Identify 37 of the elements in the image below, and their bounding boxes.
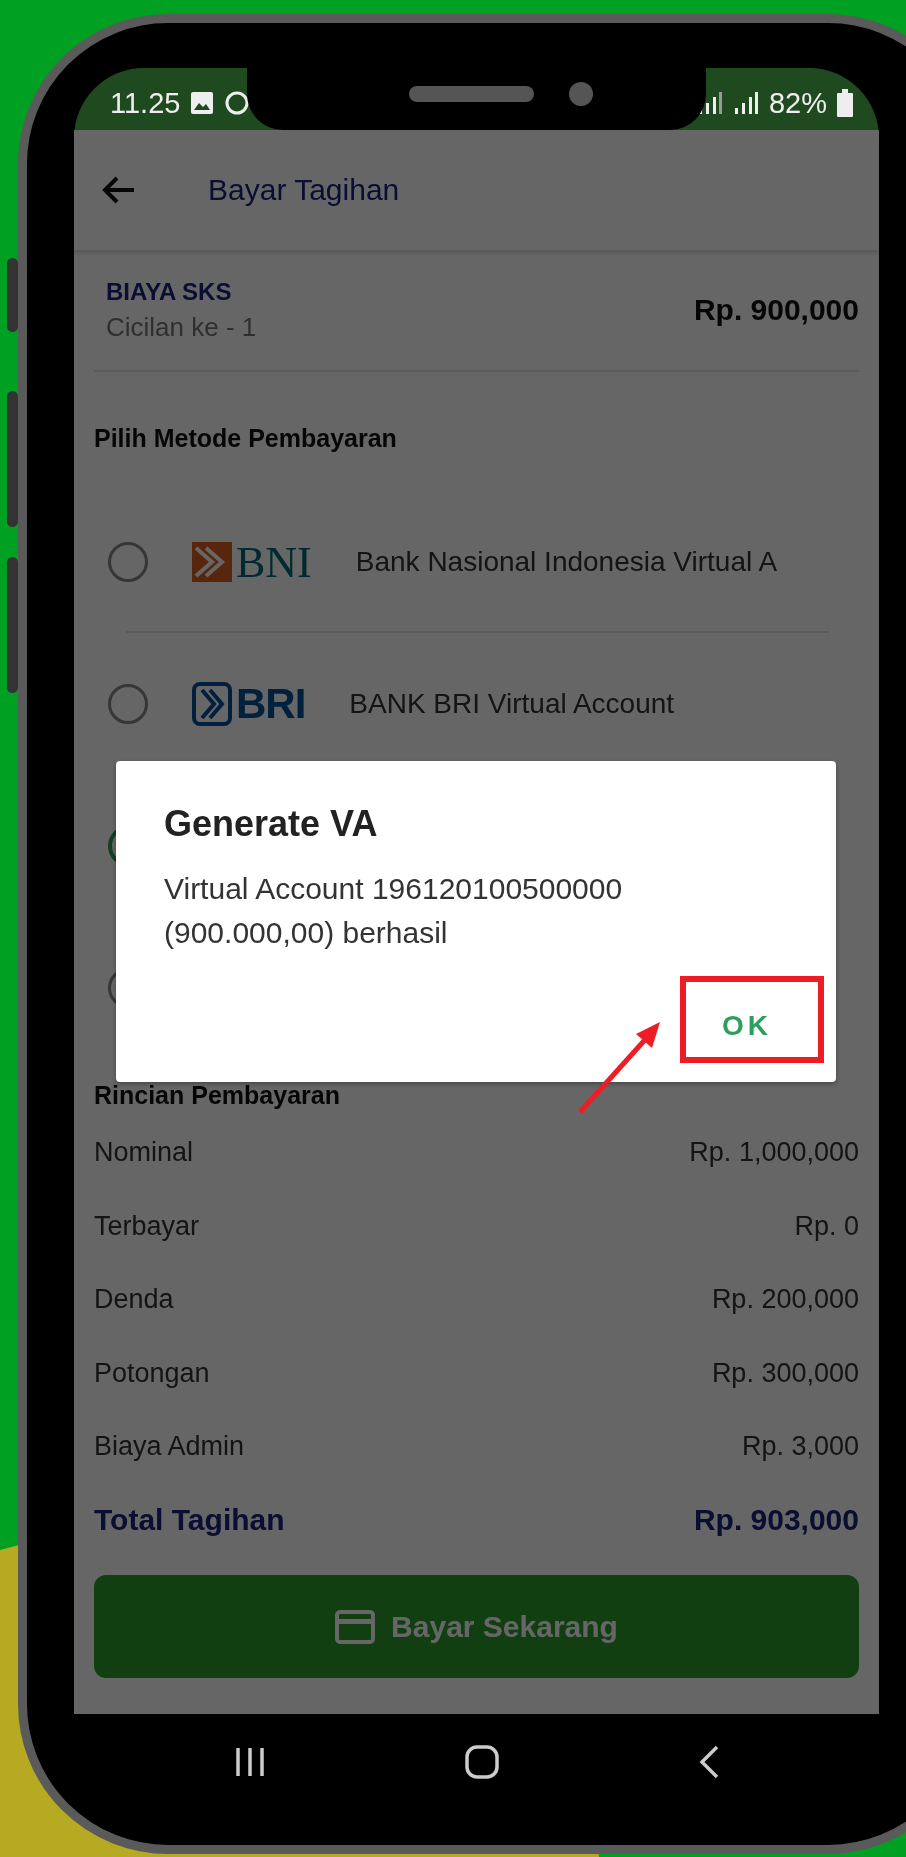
bank-logo-text: BRI <box>236 680 306 728</box>
detail-value: Rp. 200,000 <box>711 1284 859 1316</box>
detail-value: Rp. 3,000 <box>741 1431 859 1463</box>
section-title: Pilih Metode Pembayaran <box>94 424 398 453</box>
detail-label: Terbayar <box>94 1210 200 1242</box>
gallery-icon <box>190 91 215 115</box>
payment-method-label: Bank Nasional Indonesia Virtual A <box>355 546 778 578</box>
detail-label: Biaya Admin <box>94 1431 245 1463</box>
dialog-title: Generate VA <box>164 803 379 845</box>
pay-button[interactable]: Bayar Sekarang <box>94 1575 859 1678</box>
payment-method-label: BANK BRI Virtual Account <box>349 688 675 720</box>
detail-label: Denda <box>94 1284 174 1316</box>
home-icon[interactable] <box>463 1744 500 1780</box>
radio-button[interactable] <box>108 684 148 724</box>
battery-icon <box>837 89 853 117</box>
bank-logo-text: BNI <box>236 536 312 588</box>
bank-logo-icon <box>192 542 232 582</box>
bill-amount: Rp. 900,000 <box>693 293 859 327</box>
total-label: Total Tagihan <box>94 1503 285 1538</box>
detail-label: Potongan <box>94 1357 210 1389</box>
status-time: 11.25 <box>110 86 181 120</box>
bill-name: BIAYA SKS <box>106 277 233 306</box>
ok-button[interactable]: OK <box>714 1004 780 1048</box>
bank-logo-icon <box>192 682 232 726</box>
card-icon <box>335 1609 376 1644</box>
page-title: Bayar Tagihan <box>208 173 400 207</box>
dialog-message: Virtual Account 196120100500000 (900.000,00) berhasil <box>164 871 624 951</box>
detail-value: Rp. 1,000,000 <box>689 1137 859 1169</box>
detail-label: Nominal <box>94 1137 194 1169</box>
radio-button[interactable] <box>108 542 148 582</box>
detail-value: Rp. 0 <box>794 1210 859 1242</box>
total-value: Rp. 903,000 <box>693 1503 859 1538</box>
section-title: Rincian Pembayaran <box>94 1081 341 1110</box>
signal-icon <box>732 90 759 116</box>
battery-percent: 82% <box>768 86 827 120</box>
detail-value: Rp. 300,000 <box>711 1357 859 1389</box>
back-arrow-icon[interactable] <box>102 175 136 205</box>
